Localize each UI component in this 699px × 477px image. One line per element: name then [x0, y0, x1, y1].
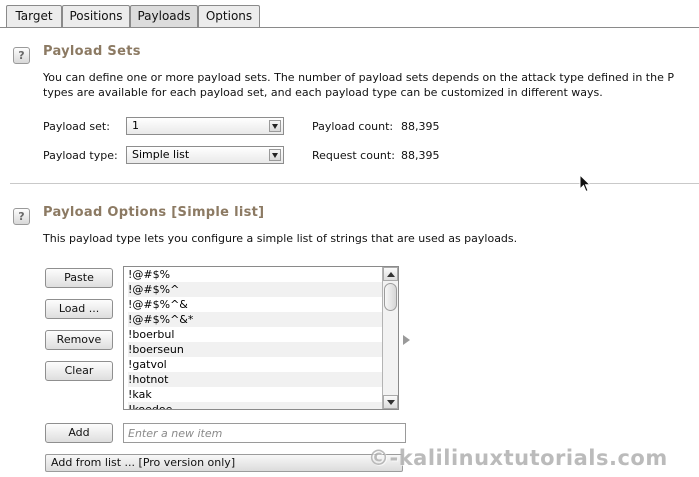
- payload-count-label: Payload count:: [312, 120, 394, 133]
- add-from-list-select[interactable]: Add from list ... [Pro version only]: [45, 454, 403, 472]
- payload-type-label: Payload type:: [43, 149, 118, 162]
- list-item[interactable]: !koedoe: [128, 402, 382, 409]
- list-item[interactable]: !boerseun: [128, 342, 382, 357]
- list-item[interactable]: !boerbul: [128, 327, 382, 342]
- payload-set-label: Payload set:: [43, 120, 110, 133]
- payload-count-value: 88,395: [401, 120, 440, 133]
- help-icon[interactable]: ?: [13, 47, 30, 64]
- tab-bar: Target Positions Payloads Options: [0, 0, 699, 28]
- list-item[interactable]: !@#$%^&*: [128, 312, 382, 327]
- chevron-down-icon: [269, 149, 281, 161]
- payload-type-select[interactable]: Simple list: [126, 146, 284, 164]
- payload-type-value: Simple list: [132, 148, 190, 161]
- list-item[interactable]: !@#$%^&: [128, 297, 382, 312]
- payload-sets-description-line1: You can define one or more payload sets.…: [43, 71, 674, 84]
- tab-target[interactable]: Target: [6, 5, 62, 27]
- tab-payloads[interactable]: Payloads: [130, 5, 198, 27]
- payload-set-select[interactable]: 1: [126, 117, 284, 135]
- payload-list[interactable]: !@#$% !@#$%^ !@#$%^& !@#$%^&* !boerbul !…: [123, 266, 399, 410]
- tab-options[interactable]: Options: [198, 5, 260, 27]
- list-item[interactable]: !hotnot: [128, 372, 382, 387]
- load-button[interactable]: Load ...: [45, 299, 113, 319]
- mouse-pointer-icon: [579, 174, 591, 193]
- list-scrollbar[interactable]: [382, 267, 398, 409]
- help-icon[interactable]: ?: [13, 208, 30, 225]
- expand-arrow-icon[interactable]: [403, 335, 410, 345]
- clear-button[interactable]: Clear: [45, 361, 113, 381]
- chevron-down-icon: [269, 120, 281, 132]
- list-item[interactable]: !gatvol: [128, 357, 382, 372]
- list-item[interactable]: !@#$%: [128, 267, 382, 282]
- payload-options-title: Payload Options [Simple list]: [43, 205, 265, 220]
- watermark: ©-kalilinuxtutorials.com: [368, 446, 668, 470]
- add-button[interactable]: Add: [45, 423, 113, 443]
- scroll-down-icon[interactable]: [383, 395, 398, 409]
- list-item[interactable]: !kak: [128, 387, 382, 402]
- payload-set-value: 1: [132, 119, 139, 132]
- request-count-value: 88,395: [401, 149, 440, 162]
- request-count-label: Request count:: [312, 149, 395, 162]
- payload-sets-description-line2: types are available for each payload set…: [43, 86, 603, 99]
- section-divider: [10, 183, 699, 184]
- scroll-up-icon[interactable]: [383, 267, 398, 281]
- list-item[interactable]: !@#$%^: [128, 282, 382, 297]
- payload-options-description: This payload type lets you configure a s…: [43, 232, 518, 245]
- paste-button[interactable]: Paste: [45, 268, 113, 288]
- scrollbar-thumb[interactable]: [384, 283, 397, 311]
- new-item-input[interactable]: [123, 423, 406, 443]
- payload-sets-title: Payload Sets: [43, 44, 141, 59]
- remove-button[interactable]: Remove: [45, 330, 113, 350]
- tab-positions[interactable]: Positions: [62, 5, 130, 27]
